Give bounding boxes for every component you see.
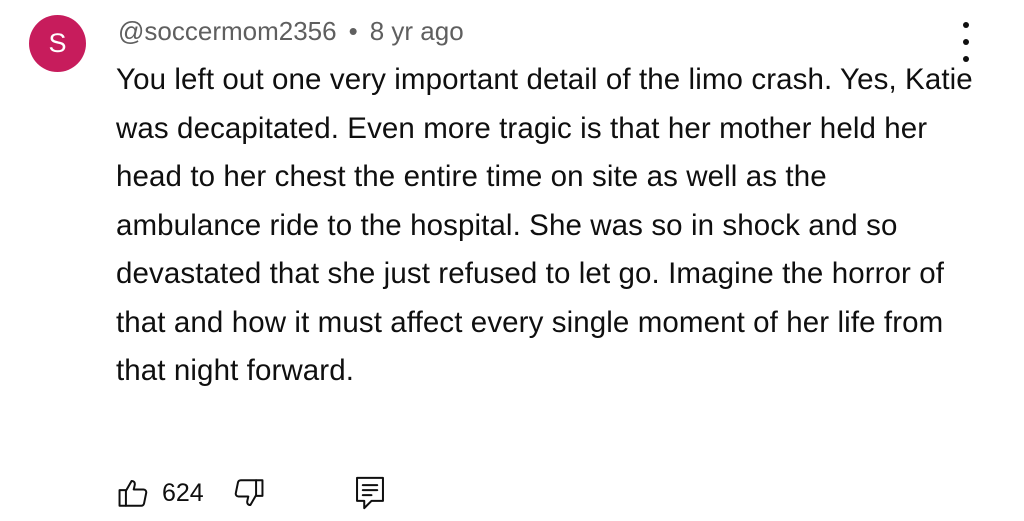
like-count: 624 — [162, 478, 204, 507]
thumbs-down-icon — [234, 479, 264, 507]
comment-meta: @soccermom2356 • 8 yr ago — [118, 16, 464, 47]
username[interactable]: @soccermom2356 — [118, 16, 337, 47]
more-vertical-icon-dot — [963, 22, 969, 28]
timestamp[interactable]: 8 yr ago — [370, 16, 464, 47]
like-button[interactable] — [116, 476, 150, 510]
comment-actions: 624 — [116, 470, 386, 516]
dislike-button[interactable] — [232, 476, 266, 510]
avatar[interactable]: S — [29, 15, 86, 72]
reply-button[interactable] — [354, 475, 386, 511]
thumbs-up-icon — [118, 479, 148, 507]
comment-text: You left out one very important detail o… — [116, 63, 973, 387]
more-vertical-icon-dot — [963, 39, 969, 45]
meta-separator: • — [348, 16, 358, 46]
avatar-letter: S — [48, 28, 67, 58]
reply-comment-icon — [355, 476, 384, 510]
